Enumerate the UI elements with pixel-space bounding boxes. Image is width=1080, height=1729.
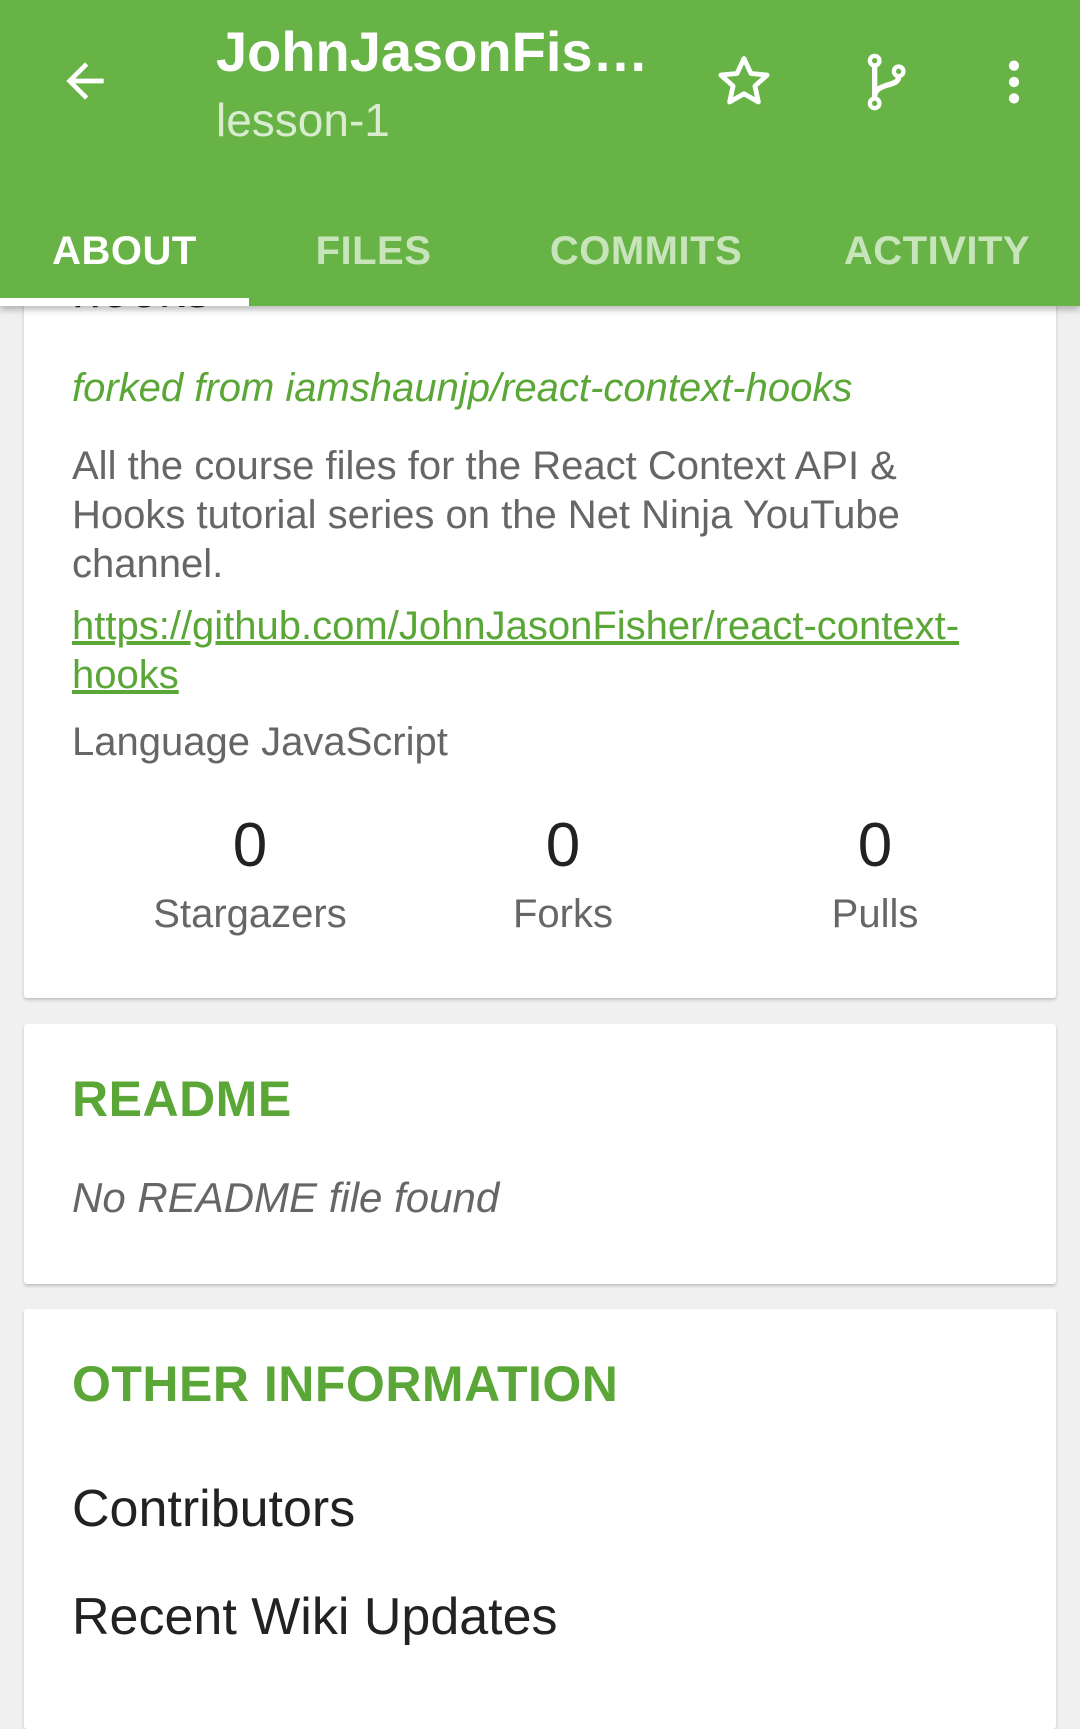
tab-activity[interactable]: ACTIVITY [794, 196, 1080, 306]
tab-about[interactable]: ABOUT [0, 196, 249, 306]
tab-files[interactable]: FILES [249, 196, 498, 306]
contributors-item[interactable]: Contributors [72, 1479, 355, 1539]
pulls-stat[interactable]: 0 Pulls [745, 808, 1005, 940]
branch-subtitle: lesson-1 [216, 94, 390, 146]
active-tab-indicator [0, 298, 249, 306]
readme-empty-message: No README file found [72, 1174, 500, 1221]
repo-info-card: hooks forked from iamshaunjp/react-conte… [24, 280, 1056, 998]
forked-from-link[interactable]: forked from iamshaunjp/react-context-hoo… [72, 366, 852, 411]
forks-stat[interactable]: 0 Forks [433, 808, 693, 940]
branch-button[interactable] [848, 42, 928, 122]
tab-commits[interactable]: COMMITS [498, 196, 794, 306]
forks-count: 0 [545, 811, 581, 880]
stargazers-count: 0 [232, 811, 268, 880]
readme-heading: README [72, 1071, 292, 1127]
tab-bar: ABOUT FILES COMMITS ACTIVITY [0, 196, 1080, 306]
star-icon [718, 56, 770, 105]
star-button[interactable] [704, 42, 784, 122]
pulls-label: Pulls [831, 892, 919, 936]
readme-card: README No README file found [24, 1024, 1056, 1284]
back-arrow-icon [66, 62, 104, 100]
recent-wiki-updates-item[interactable]: Recent Wiki Updates [72, 1587, 558, 1647]
stargazers-label: Stargazers [153, 892, 347, 936]
pulls-count: 0 [857, 811, 893, 880]
repo-language: Language JavaScript [72, 720, 448, 764]
overflow-menu-button[interactable] [974, 42, 1054, 122]
back-button[interactable] [50, 46, 120, 116]
app-bar: JohnJasonFis… lesson-1 ABOUT FILES COMMI… [0, 0, 1080, 306]
forks-label: Forks [513, 892, 613, 936]
branch-icon [867, 53, 906, 111]
other-information-card: OTHER INFORMATION Contributors Recent Wi… [24, 1309, 1056, 1729]
repo-homepage-link[interactable]: https://github.com/JohnJasonFisher/react… [72, 602, 972, 700]
repo-description: All the course files for the React Conte… [72, 444, 900, 586]
other-information-heading: OTHER INFORMATION [72, 1356, 619, 1412]
more-vert-icon [1008, 60, 1020, 104]
repo-title: JohnJasonFis… [216, 20, 649, 83]
stargazers-stat[interactable]: 0 Stargazers [120, 808, 380, 940]
